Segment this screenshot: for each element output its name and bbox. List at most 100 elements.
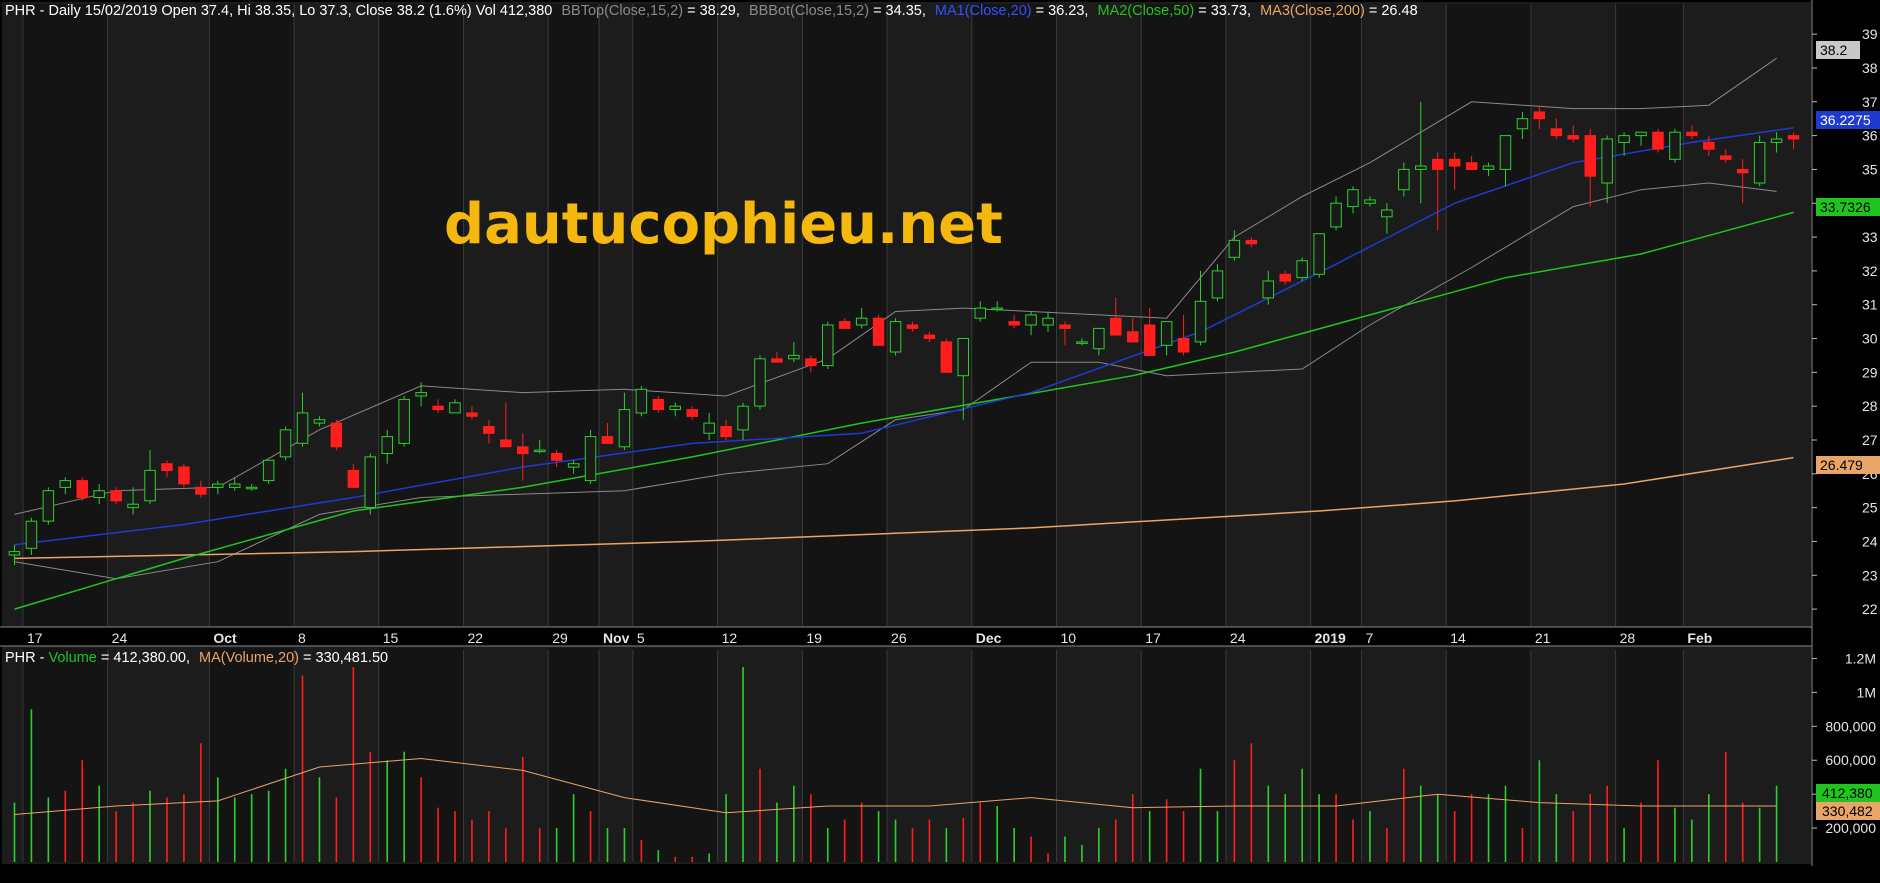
candle-body (974, 307, 986, 319)
candle-body (1313, 233, 1325, 275)
close-tag-text: 38.2 (1820, 42, 1847, 58)
volume-tick-label: 1.2M (1845, 650, 1876, 666)
ma2-tag-text: 33.7326 (1820, 199, 1871, 215)
candle-body (1703, 141, 1715, 150)
candle-body (229, 483, 241, 488)
candle-body (1110, 317, 1122, 336)
candle-body (42, 490, 55, 522)
candle-body (1686, 131, 1698, 137)
ma1-tag-text: 36.2275 (1820, 112, 1871, 128)
candle-body (1279, 273, 1291, 282)
candle-body (1076, 341, 1088, 344)
week-band (632, 648, 718, 862)
candle-body (1381, 209, 1393, 218)
candle-body (1516, 118, 1529, 130)
candle-body (1194, 300, 1207, 343)
candle-body (1296, 260, 1308, 279)
price-header: PHR - Daily 15/02/2019 Open 37.4, Hi 38.… (5, 3, 1418, 19)
ma2-label: MA2(Close,50) (1097, 3, 1194, 19)
candle-body (534, 449, 546, 453)
candle-body (1177, 338, 1190, 353)
candle-body (1245, 239, 1258, 245)
candle-body (669, 405, 681, 411)
candle-body (1347, 189, 1359, 208)
date-tick-label: 29 (552, 630, 568, 646)
candle-body (1093, 327, 1105, 350)
ma3-tag: 26.479 (1816, 456, 1880, 474)
price-header-prefix: PHR - Daily 15/02/2019 Open 37.4, Hi 38.… (5, 3, 552, 19)
candle-body (1059, 324, 1071, 329)
date-tick-label: 21 (1535, 630, 1551, 646)
candle-body (1262, 280, 1274, 299)
candle-body (957, 338, 969, 377)
candle-body (330, 422, 343, 448)
volume-label: Volume (49, 650, 97, 666)
candle-body (737, 405, 749, 431)
candle-body (1736, 168, 1749, 174)
candle-body (1143, 324, 1156, 356)
candle-body (1448, 158, 1461, 167)
candle-body (805, 358, 817, 367)
candle-body (144, 469, 156, 502)
candle-body (1228, 239, 1241, 258)
price-tick-label: 32 (1862, 263, 1878, 279)
candle-body (449, 402, 461, 414)
candle-body (635, 388, 648, 414)
candle-body (1465, 162, 1478, 170)
chart-window: 222324252627282930313233343536373839 200… (0, 0, 1880, 878)
candle-body (1770, 138, 1783, 143)
candle-body (127, 503, 139, 509)
candle-body (906, 324, 919, 329)
date-tick-label: Dec (976, 630, 1002, 646)
candle-body (1635, 131, 1647, 137)
candle-body (500, 439, 512, 448)
ma3-value: = 26.48 (1369, 3, 1418, 19)
volume-tag: 412,380 (1816, 784, 1880, 802)
candle-body (1364, 199, 1376, 204)
candle-body (1584, 135, 1596, 177)
date-tick-label: 22 (467, 630, 483, 646)
bbbot-value: = 34.35, (873, 3, 926, 19)
date-tick-label: 24 (1230, 630, 1246, 646)
date-tick-label: 26 (891, 630, 907, 646)
candle-body (381, 436, 393, 455)
date-tick-label: 14 (1450, 630, 1466, 646)
price-tick-label: 33 (1862, 229, 1878, 245)
price-tick-label: 27 (1862, 432, 1878, 448)
date-tick-label: 7 (1365, 630, 1373, 646)
candle-body (212, 483, 224, 488)
candle-body (889, 321, 902, 353)
candle-body (771, 358, 783, 363)
candle-body (296, 412, 309, 444)
bbtop-label: BBTop(Close,15,2) (561, 3, 683, 19)
bbbot-label: BBBot(Close,15,2) (749, 3, 869, 19)
candle-body (940, 341, 953, 373)
candle-body (1042, 317, 1054, 326)
close-price-tag: 38.2 (1816, 41, 1860, 59)
candle-body (1499, 135, 1512, 170)
volume-tick-label: 600,000 (1825, 752, 1876, 768)
ma2-tag: 33.7326 (1816, 198, 1880, 216)
bbtop-value: = 38.29, (687, 3, 740, 19)
candle-body (788, 354, 800, 360)
candle-body (1211, 270, 1224, 299)
candle-body (178, 466, 190, 485)
date-tick-label: 28 (1620, 630, 1636, 646)
candle-body (313, 419, 326, 424)
candle-body (262, 459, 275, 482)
candle-body (245, 486, 258, 490)
candle-body (686, 409, 698, 417)
candle-body (584, 436, 597, 482)
volume-header-prefix: PHR - (5, 650, 49, 666)
watermark-text: dautucophieu.net (444, 192, 1003, 257)
ma1-value: = 36.23, (1036, 3, 1089, 19)
candle-body (1618, 135, 1630, 143)
candle-body (1330, 202, 1342, 228)
candle-body (1720, 155, 1732, 160)
price-tick-label: 37 (1862, 94, 1878, 110)
week-band (1615, 4, 1684, 626)
candle-body (1669, 131, 1681, 160)
date-tick-label: 8 (298, 630, 306, 646)
candle-body (93, 490, 105, 499)
candle-body (398, 398, 410, 444)
